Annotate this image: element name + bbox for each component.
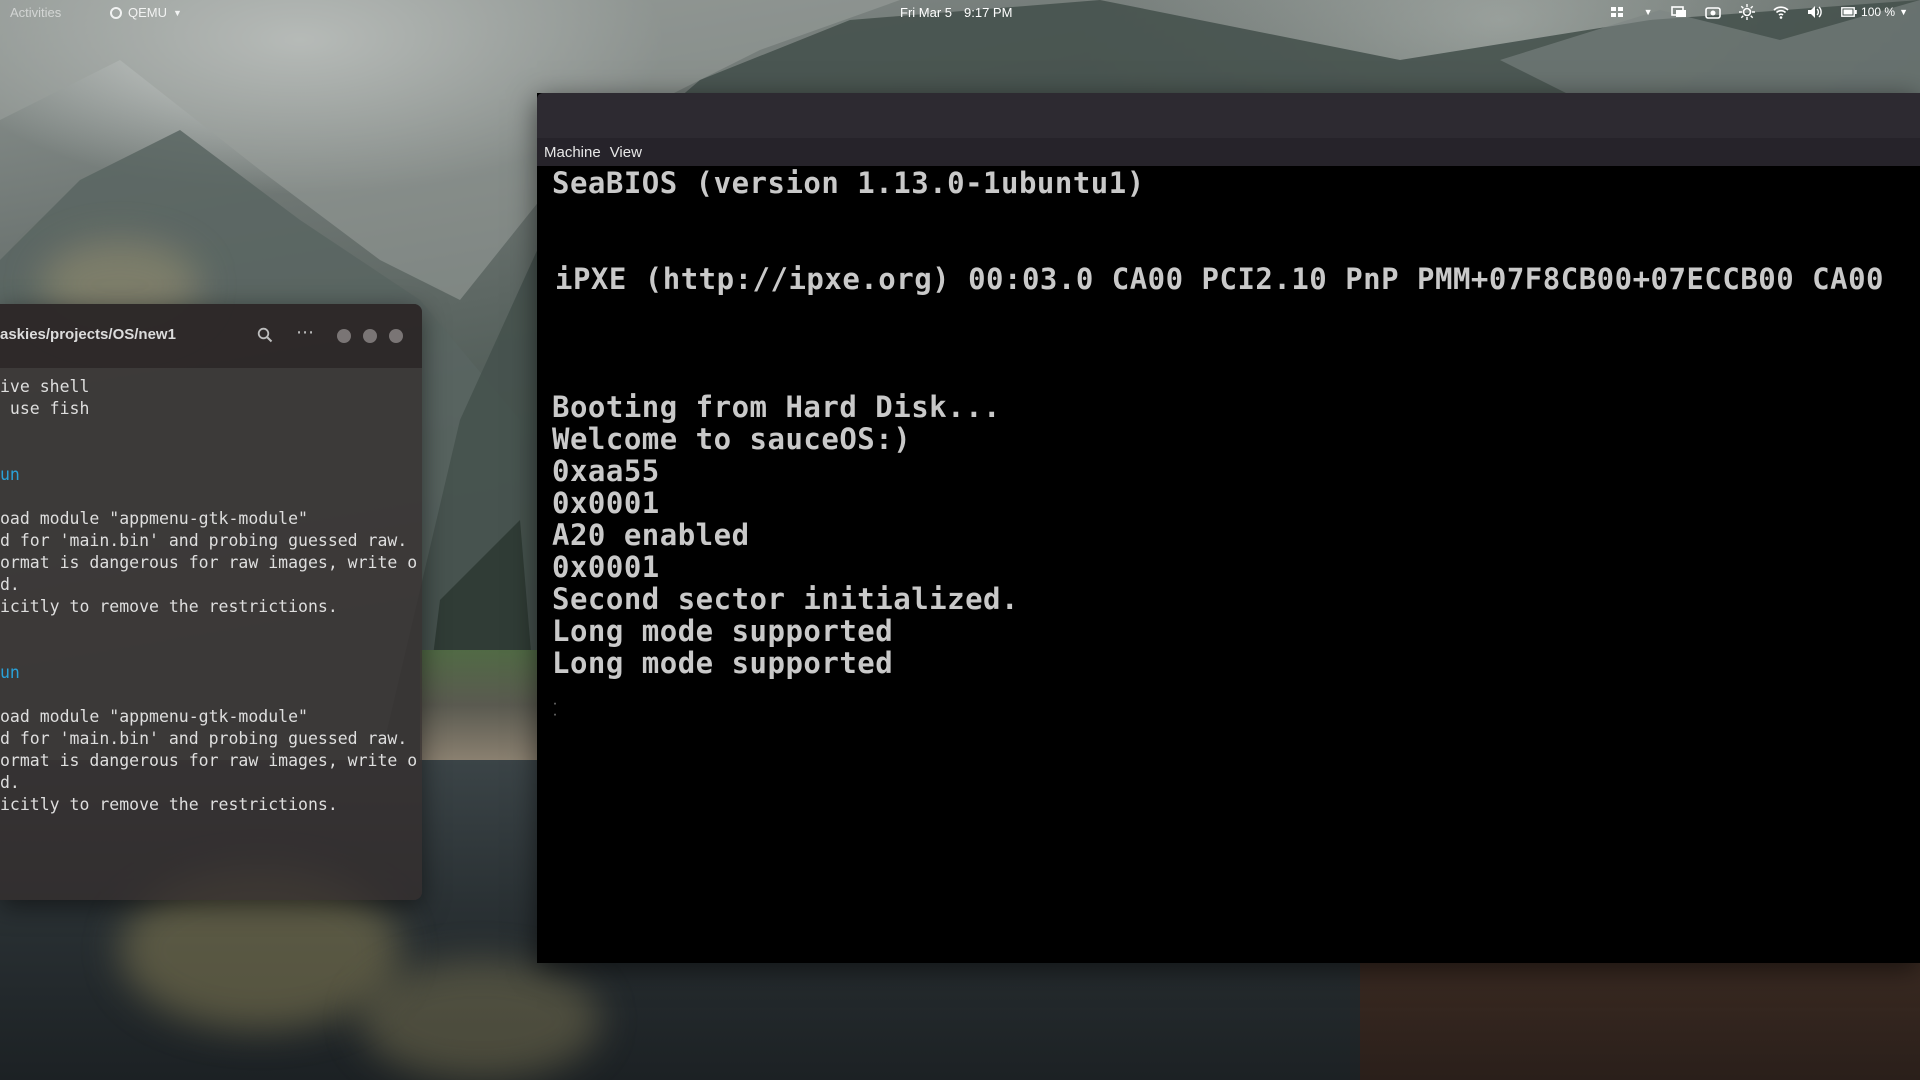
terminal-line: ormat is dangerous for raw images, write… (0, 751, 418, 770)
bios-line: Booting from Hard Disk... (552, 390, 1001, 424)
wifi-icon[interactable] (1773, 5, 1789, 19)
terminal-line: d for 'main.bin' and probing guessed raw… (0, 531, 408, 550)
system-tray: ▼ 100 % ▼ (1609, 4, 1908, 20)
app-menu-label: QEMU (128, 5, 167, 20)
search-icon[interactable] (256, 326, 276, 346)
terminal-line: d for 'main.bin' and probing guessed raw… (0, 729, 408, 748)
terminal-line: oad module "appmenu-gtk-module" (0, 509, 308, 528)
brightness-icon[interactable] (1739, 4, 1756, 20)
terminal-line: ormat is dangerous for raw images, write… (0, 553, 418, 572)
terminal-output[interactable]: ive shell use fish un oad module "appmen… (0, 368, 422, 816)
bios-line: SeaBIOS (version 1.13.0-1ubuntu1) (552, 166, 1145, 200)
bios-line: Welcome to sauceOS:) (552, 422, 912, 456)
qemu-titlebar[interactable] (537, 93, 1920, 138)
terminal-line: icitly to remove the restrictions. (0, 597, 338, 616)
qemu-window[interactable]: Machine View SeaBIOS (version 1.13.0-1ub… (537, 93, 1920, 963)
camera-icon[interactable] (1705, 5, 1721, 19)
battery-icon[interactable]: 100 % ▼ (1841, 5, 1908, 19)
bios-line: 0x0001 (552, 550, 660, 584)
activities-button[interactable]: Activities (10, 5, 61, 20)
terminal-line: icitly to remove the restrictions. (0, 795, 338, 814)
foreground-blur (360, 960, 600, 1080)
terminal-title: askies/projects/OS/new1 (0, 326, 176, 343)
top-panel: Activities QEMU ▼ Fri Mar 5 9:17 PM ▼ 10 (0, 0, 1920, 26)
terminal-line: d. (0, 773, 20, 792)
menu-icon[interactable]: ⋯ (296, 322, 315, 343)
terminal-line: use fish (0, 399, 90, 418)
chevron-down-icon[interactable]: ▼ (1643, 5, 1653, 19)
bios-line: 0xaa55 (552, 454, 660, 488)
house-background (1360, 962, 1920, 1080)
terminal-line: oad module "appmenu-gtk-module" (0, 707, 308, 726)
terminal-line: un (0, 465, 20, 484)
window-list-icon[interactable] (1609, 5, 1625, 19)
bios-line: iPXE (http://ipxe.org) 00:03.0 CA00 PCI2… (555, 262, 1885, 296)
menu-view[interactable]: View (610, 144, 642, 161)
terminal-line: d. (0, 575, 20, 594)
minimize-button[interactable] (337, 329, 351, 343)
terminal-window[interactable]: askies/projects/OS/new1 ⋯ ive shell use … (0, 304, 422, 900)
bios-line: A20 enabled (552, 518, 750, 552)
app-menu[interactable]: QEMU ▼ (110, 5, 182, 20)
terminal-line: un (0, 663, 20, 682)
village-background (420, 650, 540, 760)
settings-icon (110, 6, 122, 19)
battery-label: 100 % (1861, 5, 1896, 19)
bios-line: Second sector initialized. (552, 582, 1019, 616)
bios-line: 0x0001 (552, 486, 660, 520)
chevron-down-icon: ▼ (1899, 7, 1908, 17)
qemu-menubar: Machine View (537, 138, 1920, 166)
maximize-button[interactable] (363, 329, 377, 343)
bios-line: Long mode supported (552, 646, 894, 680)
chevron-down-icon: ▼ (173, 7, 182, 18)
text-cursor: · · (552, 699, 559, 721)
clock-time: 9:17 PM (964, 5, 1013, 20)
terminal-line: ive shell (0, 377, 90, 396)
bios-line: Long mode supported (552, 614, 894, 648)
clock[interactable]: Fri Mar 5 9:17 PM (900, 5, 1012, 20)
menu-machine[interactable]: Machine (544, 144, 601, 161)
close-button[interactable] (389, 329, 403, 343)
screen-icon[interactable] (1671, 5, 1687, 19)
clock-date: Fri Mar 5 (900, 5, 952, 20)
volume-icon[interactable] (1807, 5, 1823, 19)
vm-display[interactable]: SeaBIOS (version 1.13.0-1ubuntu1) iPXE (… (537, 166, 1920, 963)
terminal-headerbar[interactable]: askies/projects/OS/new1 ⋯ (0, 304, 422, 368)
